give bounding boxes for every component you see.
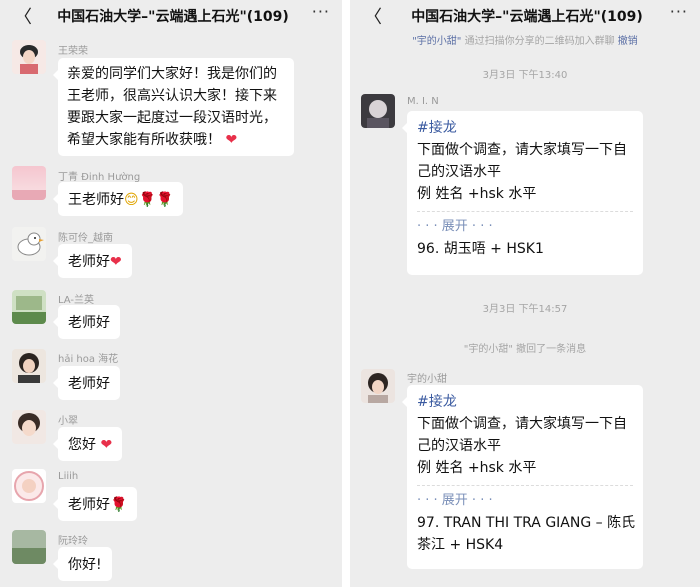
expand-button[interactable]: · · · 展开 · · · (417, 216, 633, 238)
message-bubble[interactable]: 老师好 (53, 366, 120, 400)
girl-photo-icon (12, 349, 46, 383)
message-text: 王老师好 (68, 192, 124, 208)
room-photo-icon (12, 290, 46, 324)
message-bubble[interactable]: 王老师好😊🌹🌹 (52, 182, 184, 216)
chat-header: 〈 中国石油大学–"云端遇上石光"(109) ··· (350, 0, 700, 30)
solitaire-tag[interactable]: #接龙 (417, 391, 633, 413)
sky-photo-icon (12, 166, 46, 200)
message-text: 下面做个调查，请大家填写一下自 (417, 416, 627, 432)
solitaire-message-bubble[interactable]: #接龙 下面做个调查，请大家填写一下自 己的汉语水平 例 姓名 +hsk 水平 … (402, 385, 643, 569)
join-notice: "宇的小甜" 通过扫描你分享的二维码加入群聊 撤销 (350, 32, 700, 47)
timestamp: 3月3日 下午13:40 (482, 70, 568, 81)
message-bubble[interactable]: 老师好🌹 (52, 487, 138, 521)
chat-title: 中国石油大学–"云端遇上石光"(109) (411, 9, 643, 25)
join-notice-text: 通过扫描你分享的二维码加入群聊 (464, 36, 615, 47)
message-bubble[interactable]: 老师好❤ (53, 244, 132, 278)
undo-link[interactable]: 撤销 (618, 36, 638, 47)
sender-name: M. I. N (407, 96, 439, 107)
heart-emoji-icon: ❤ (225, 132, 238, 148)
rose-emoji-icon: 🌹 (110, 497, 128, 513)
timestamp: 3月3日 下午14:57 (482, 304, 568, 315)
message-text: 己的汉语水平 (417, 164, 501, 180)
message-bubble[interactable]: 您好 ❤ (52, 427, 123, 461)
avatar[interactable] (12, 166, 46, 200)
message-text: 下面做个调查，请大家填写一下自 (417, 142, 627, 158)
solitaire-entry: 96. 胡玉唔 + HSK1 (417, 241, 544, 257)
message-text: 老师好 (68, 254, 110, 270)
heart-emoji-icon: ❤ (100, 437, 113, 453)
cartoon-circle-icon (12, 469, 46, 503)
solitaire-entry: 茶江 + HSK4 (417, 537, 504, 553)
avatar[interactable] (12, 227, 46, 261)
avatar[interactable] (12, 469, 46, 503)
message-text: 例 姓名 +hsk 水平 (417, 186, 537, 202)
avatar[interactable] (361, 94, 395, 128)
message-text: 亲爱的同学们大家好！我是你们的王老师，很高兴认识大家！接下来要跟大家一起度过一段… (67, 66, 277, 148)
message-text: 例 姓名 +hsk 水平 (417, 460, 537, 476)
sender-name: 小翠 (58, 416, 78, 427)
avatar[interactable] (12, 530, 46, 564)
message-text: 老师好 (68, 497, 110, 513)
smile-rose-emoji-icon: 😊🌹🌹 (124, 192, 174, 208)
divider (417, 485, 633, 486)
girl-photo-icon (12, 410, 46, 444)
solitaire-entry: 97. TRAN THI TRA GIANG – 陈氏 (417, 515, 636, 531)
sender-name: Liiih (58, 471, 79, 482)
more-dots-icon[interactable]: ··· (312, 2, 330, 21)
right-chat-panel: 〈 中国石油大学–"云端遇上石光"(109) ··· "宇的小甜" 通过扫描你分… (350, 0, 700, 587)
message-bubble[interactable]: 亲爱的同学们大家好！我是你们的王老师，很高兴认识大家！接下来要跟大家一起度过一段… (53, 58, 294, 156)
message-text: 您好 (68, 437, 96, 453)
recall-notice: "宇的小甜" 撤回了一条消息 (463, 344, 587, 355)
dark-photo-icon (361, 94, 395, 128)
girl-photo-icon (361, 369, 395, 403)
sender-name: 阮玲玲 (58, 536, 88, 547)
teacher-portrait-icon (12, 40, 46, 74)
solitaire-tag[interactable]: #接龙 (417, 117, 633, 139)
message-text: 老师好 (68, 315, 110, 331)
chevron-left-icon[interactable]: 〈 (14, 3, 32, 29)
sender-name: hải hoa 海花 (58, 354, 119, 365)
sender-name: 丁青 Đinh Hường (58, 172, 141, 183)
divider (417, 211, 633, 212)
left-chat-panel: 〈 中国石油大学–"云端遇上石光"(109) ··· 王荣荣 亲爱的同学们大家好… (0, 0, 342, 587)
avatar[interactable] (361, 369, 395, 403)
message-text: 老师好 (68, 376, 110, 392)
message-text: 你好! (68, 557, 102, 573)
avatar[interactable] (12, 290, 46, 324)
chat-title: 中国石油大学–"云端遇上石光"(109) (57, 9, 289, 25)
field-photo-icon (12, 530, 46, 564)
message-bubble[interactable]: 你好! (53, 547, 112, 581)
cartoon-duck-icon (12, 227, 46, 261)
sender-name: 陈可伶_越南 (58, 233, 113, 244)
avatar[interactable] (12, 410, 46, 444)
more-dots-icon[interactable]: ··· (670, 2, 688, 21)
sender-name: 王荣荣 (58, 46, 88, 57)
chat-header: 〈 中国石油大学–"云端遇上石光"(109) ··· (0, 0, 342, 30)
solitaire-message-bubble[interactable]: #接龙 下面做个调查，请大家填写一下自 己的汉语水平 例 姓名 +hsk 水平 … (402, 111, 643, 275)
message-text: 己的汉语水平 (417, 438, 501, 454)
heart-emoji-icon: ❤ (110, 254, 122, 270)
avatar[interactable] (12, 40, 46, 74)
sender-name: LA-兰英 (58, 295, 95, 306)
member-name-link[interactable]: "宇的小甜" (412, 36, 461, 47)
message-bubble[interactable]: 老师好 (53, 305, 120, 339)
expand-button[interactable]: · · · 展开 · · · (417, 490, 633, 512)
avatar[interactable] (12, 349, 46, 383)
sender-name: 宇的小甜 (407, 374, 447, 385)
chevron-left-icon[interactable]: 〈 (364, 3, 382, 29)
